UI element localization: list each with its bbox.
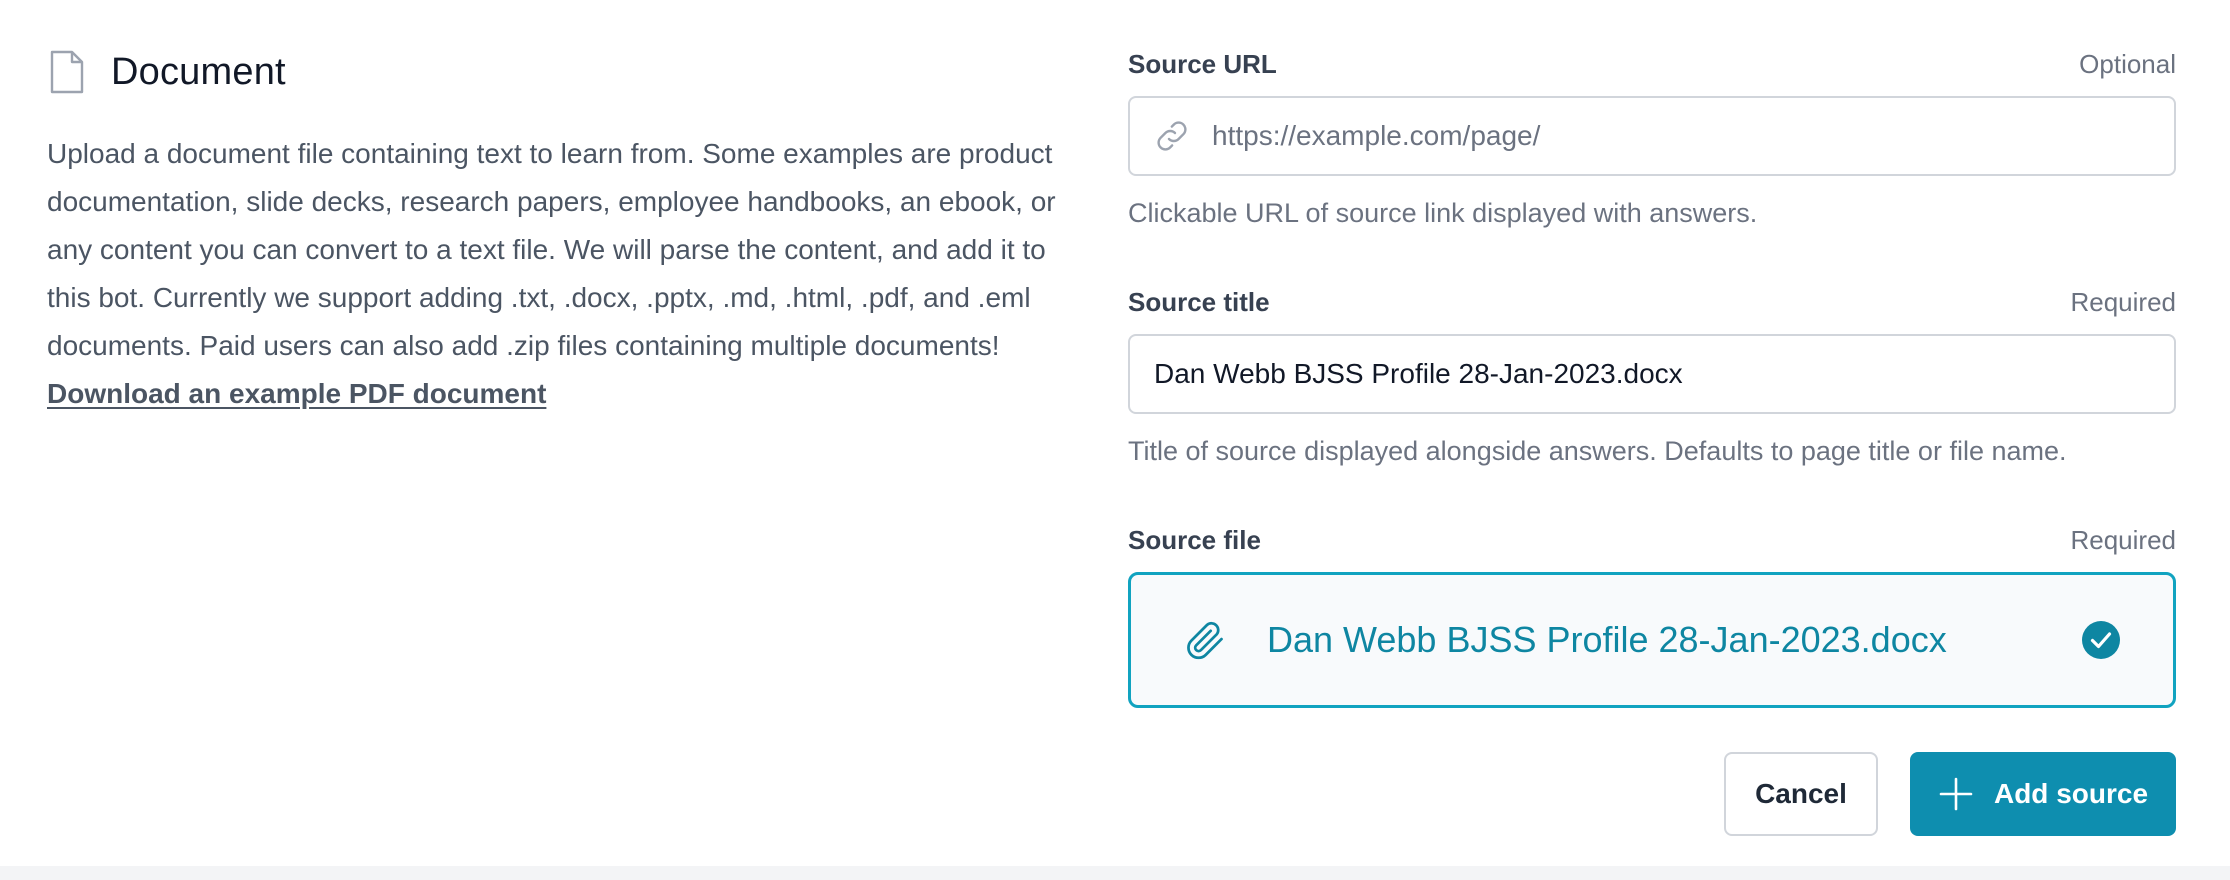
- form-actions: Cancel Add source: [1724, 752, 2176, 836]
- add-source-panel: Document Upload a document file containi…: [0, 0, 2230, 880]
- document-header: Document: [47, 44, 1097, 100]
- document-info: Document Upload a document file containi…: [47, 44, 1097, 418]
- check-circle-icon: [2081, 620, 2121, 660]
- source-url-input[interactable]: [1210, 97, 2174, 175]
- document-icon: [47, 48, 87, 96]
- source-url-header: Source URL Optional: [1128, 44, 2176, 84]
- add-source-button[interactable]: Add source: [1910, 752, 2176, 836]
- source-file-label: Source file: [1128, 524, 1261, 555]
- source-form: Source URL Optional Clickable URL of sou…: [1128, 44, 2176, 708]
- source-title-input[interactable]: [1130, 335, 2174, 413]
- plus-icon: [1938, 776, 1974, 812]
- source-url-field[interactable]: [1128, 96, 2176, 176]
- cancel-button[interactable]: Cancel: [1724, 752, 1878, 836]
- page-title: Document: [111, 50, 286, 93]
- source-url-optional-tag: Optional: [2079, 48, 2176, 79]
- bottom-edge: [0, 866, 2230, 880]
- source-url-help: Clickable URL of source link displayed w…: [1128, 198, 1758, 228]
- download-example-link[interactable]: Download an example PDF document: [47, 370, 546, 418]
- source-url-label: Source URL: [1128, 48, 1277, 79]
- selected-file-name: Dan Webb BJSS Profile 28-Jan-2023.docx: [1267, 619, 1947, 660]
- description-text: Upload a document file containing text t…: [47, 138, 1056, 361]
- paperclip-icon: [1181, 612, 1229, 668]
- source-file-dropzone[interactable]: Dan Webb BJSS Profile 28-Jan-2023.docx: [1128, 572, 2176, 708]
- link-icon: [1152, 116, 1192, 156]
- source-title-field[interactable]: [1128, 334, 2176, 414]
- source-title-help: Title of source displayed alongside answ…: [1128, 436, 2067, 466]
- source-title-required-tag: Required: [2070, 286, 2176, 317]
- source-file-header: Source file Required: [1128, 520, 2176, 560]
- source-title-label: Source title: [1128, 286, 1270, 317]
- document-description: Upload a document file containing text t…: [47, 130, 1097, 418]
- source-title-header: Source title Required: [1128, 282, 2176, 322]
- source-file-required-tag: Required: [2070, 524, 2176, 555]
- add-source-label: Add source: [1993, 778, 2149, 809]
